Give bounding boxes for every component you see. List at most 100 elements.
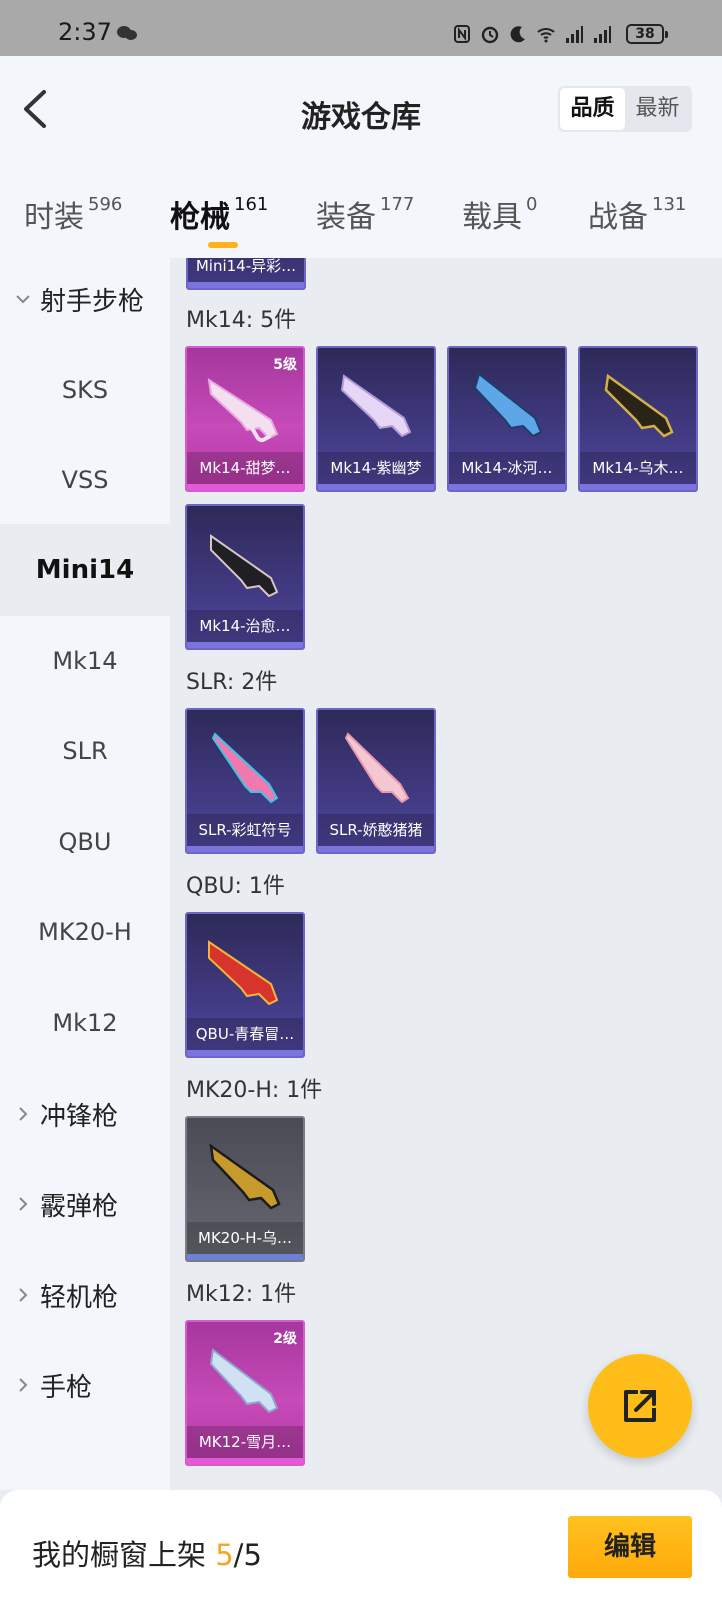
showcase-label: 我的橱窗上架 — [32, 1538, 216, 1572]
sort-newest-button[interactable]: 最新 — [625, 88, 690, 130]
status-icons — [452, 22, 612, 46]
sidebar-item-mk12[interactable]: Mk12 — [0, 977, 170, 1069]
rifle-icon — [344, 732, 410, 804]
sidebar-item-vss[interactable]: VSS — [0, 434, 170, 526]
tab-equipment[interactable]: 装备 177 — [316, 192, 414, 236]
item-card[interactable]: QBU-青春冒… — [185, 912, 305, 1058]
item-name: MK12-雪月… — [187, 1426, 303, 1458]
item-card[interactable]: Mk14-冰河… — [447, 346, 567, 492]
showcase-current: 5 — [215, 1538, 234, 1572]
sidebar-item-mk20h[interactable]: MK20-H — [0, 886, 170, 978]
item-card[interactable]: Mk14-乌木… — [578, 346, 698, 492]
group-label: Mk12: 1件 — [186, 1282, 297, 1307]
showcase-count: 我的橱窗上架 5/5 — [32, 1532, 262, 1574]
edit-button[interactable]: 编辑 — [568, 1516, 692, 1578]
tab-count: 177 — [380, 194, 415, 215]
sidebar-group-label: 冲锋枪 — [40, 1101, 119, 1132]
tab-count: 0 — [526, 194, 538, 215]
sidebar-item-sks[interactable]: SKS — [0, 344, 170, 436]
rifle-icon — [210, 534, 279, 598]
item-name: Mk14-甜梦… — [187, 452, 303, 484]
sidebar-item-mk14[interactable]: Mk14 — [0, 615, 170, 707]
header: 游戏仓库 品质 最新 时装 596 枪械 161 装备 177 载具 0 战备 131 — [0, 56, 722, 258]
group-label: MK20-H: 1件 — [186, 1078, 323, 1103]
tab-supplies[interactable]: 战备 131 — [588, 192, 686, 236]
active-tab-indicator — [208, 242, 238, 248]
wechat-icon — [117, 26, 137, 40]
tab-guns[interactable]: 枪械 161 — [170, 192, 268, 236]
item-name: Mk14-冰河… — [449, 452, 565, 484]
sidebar-group-lmg[interactable]: 轻机枪 — [14, 1249, 118, 1341]
sidebar-item-mini14[interactable]: Mini14 — [0, 524, 170, 616]
tab-outfits[interactable]: 时装 596 — [24, 192, 122, 236]
item-card[interactable]: Mk14-紫幽梦 — [316, 346, 436, 492]
item-card[interactable]: Mini14-异彩… — [186, 258, 306, 290]
signal-icon — [566, 26, 583, 43]
chevron-right-icon — [19, 1107, 28, 1121]
sidebar-group-label: 轻机枪 — [40, 1282, 119, 1313]
rarity-strip — [449, 484, 565, 490]
chevron-right-icon — [19, 1378, 28, 1392]
sidebar-group-pistol[interactable]: 手枪 — [14, 1339, 92, 1431]
rarity-strip — [318, 846, 434, 852]
tab-vehicles[interactable]: 载具 0 — [462, 192, 537, 236]
item-name: MK20-H-乌… — [187, 1222, 303, 1254]
chevron-right-icon — [19, 1288, 28, 1302]
rarity-strip — [187, 846, 303, 852]
sidebar-group-smg[interactable]: 冲锋枪 — [14, 1068, 118, 1160]
rifle-icon — [340, 374, 412, 438]
item-card[interactable]: 5级 Mk14-甜梦… — [185, 346, 305, 492]
sidebar-group-shotgun[interactable]: 霰弹枪 — [14, 1158, 118, 1250]
item-name: Mk14-乌木… — [580, 452, 696, 484]
showcase-total: 5 — [243, 1538, 262, 1572]
item-name: SLR-彩虹符号 — [187, 814, 303, 846]
category-tabs: 时装 596 枪械 161 装备 177 载具 0 战备 131 — [0, 182, 722, 252]
group-label: QBU: 1件 — [186, 874, 285, 899]
group-label: Mk14: 5件 — [186, 308, 297, 333]
sidebar-group-label: 手枪 — [40, 1372, 93, 1403]
item-name: Mk14-紫幽梦 — [318, 452, 434, 484]
tab-label: 时装 — [24, 200, 84, 235]
nfc-icon — [454, 25, 470, 43]
item-name: QBU-青春冒… — [187, 1018, 303, 1050]
rifle-icon — [473, 372, 543, 438]
sidebar: 射手步枪 SKS VSS Mini14 Mk14 SLR QBU MK20-H … — [0, 258, 170, 1490]
sidebar-group-marksman[interactable]: 射手步枪 — [14, 253, 144, 345]
tab-label: 战备 — [588, 200, 648, 235]
rarity-strip — [187, 642, 303, 648]
rarity-strip — [187, 1050, 303, 1056]
showcase-separator: / — [233, 1538, 244, 1572]
rifle-icon — [209, 1143, 281, 1210]
tab-count: 131 — [652, 194, 687, 215]
battery-icon: 38 — [626, 24, 668, 44]
sidebar-group-label: 霰弹枪 — [40, 1191, 119, 1222]
rarity-strip — [187, 1254, 303, 1260]
sidebar-item-slr[interactable]: SLR — [0, 705, 170, 797]
rarity-strip — [580, 484, 696, 490]
item-card[interactable]: MK20-H-乌… — [185, 1116, 305, 1262]
item-name: Mini14-异彩… — [188, 258, 304, 282]
item-card[interactable]: 2级 MK12-雪月… — [185, 1320, 305, 1466]
item-name: Mk14-治愈… — [187, 610, 303, 642]
item-card[interactable]: SLR-娇憨猪猪 — [316, 708, 436, 854]
chevron-down-icon — [16, 295, 30, 304]
tab-count: 161 — [234, 194, 269, 215]
item-name: SLR-娇憨猪猪 — [318, 814, 434, 846]
moon-icon — [510, 26, 525, 43]
rifle-icon — [208, 940, 279, 1006]
share-button[interactable] — [588, 1354, 692, 1458]
tab-label: 枪械 — [170, 200, 230, 235]
rifle-icon — [604, 373, 674, 438]
level-badge: 5级 — [273, 357, 297, 373]
chevron-right-icon — [19, 1197, 28, 1211]
item-card[interactable]: Mk14-治愈… — [185, 504, 305, 650]
level-badge: 2级 — [273, 1331, 297, 1347]
item-card[interactable]: SLR-彩虹符号 — [185, 708, 305, 854]
status-bar: 2:37 38 — [0, 0, 722, 56]
sort-quality-button[interactable]: 品质 — [560, 88, 625, 130]
item-grid: Mini14-异彩… Mk14: 5件 5级 Mk14-甜梦… Mk14-紫幽梦… — [170, 258, 722, 1490]
rarity-strip — [188, 282, 304, 288]
tab-label: 装备 — [316, 200, 376, 235]
sidebar-item-qbu[interactable]: QBU — [0, 796, 170, 888]
group-label: SLR: 2件 — [186, 670, 278, 695]
